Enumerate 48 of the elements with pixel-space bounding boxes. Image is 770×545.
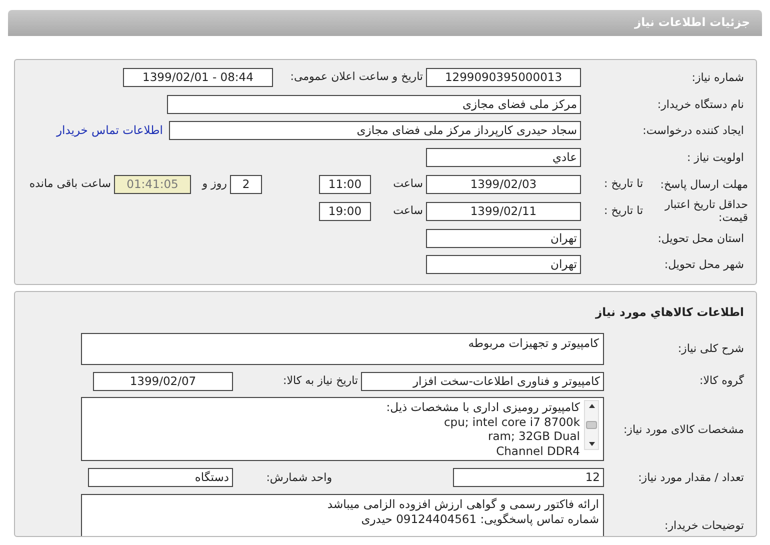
field-label: تا تاریخ : <box>603 203 644 220</box>
field-label: شرح کلی نیاز: <box>676 342 745 356</box>
value-field: کامپیوتر و فناوری اطلاعات-سخت افزار <box>361 372 604 391</box>
value-field: عادي <box>426 148 581 168</box>
field-label: حداقل تاریخ اعتبار قیمت: <box>664 198 749 225</box>
value-field: سجاد حیدری کارپرداز مرکز ملی فضای مجازی <box>169 121 581 140</box>
field-label: تا تاریخ : <box>603 176 644 192</box>
field-label: ساعت باقی مانده <box>29 176 112 192</box>
field-label: شماره نیاز: <box>690 70 745 84</box>
scroll-thumb[interactable] <box>586 421 597 430</box>
value-field: دستگاه <box>88 468 233 488</box>
value-field: 1399/02/07 <box>93 372 233 391</box>
field-label: واحد شمارش: <box>265 470 333 486</box>
field-label: استان محل تحویل: <box>656 232 745 245</box>
countdown-field: 01:41:05 <box>114 175 191 194</box>
value-field: تهران <box>426 255 581 274</box>
value-field: مرکز ملی فضای مجازی <box>167 94 581 114</box>
field-label: مهلت ارسال پاسخ: <box>659 178 749 192</box>
value-field: 1399/02/11 <box>426 202 581 221</box>
area-text: کامپیوتر و تجهیزات مربوطه <box>468 336 599 352</box>
value-field: 12 <box>453 468 604 488</box>
page-title: جزئیات اطلاعات نیاز <box>8 10 762 36</box>
scroll-down-icon[interactable] <box>588 442 594 446</box>
field-label: ایجاد کننده درخواست: <box>642 124 745 138</box>
value-field: 2 <box>230 175 262 194</box>
value-field: 1299090395000013 <box>426 68 581 87</box>
area-text: ارائه فاکتور رسمی و گواهی ارزش افزوده الزامی میباشد شماره تماس پاسخگویی: 09124404561 حیدری <box>327 497 599 528</box>
field-label: روز و <box>200 176 228 192</box>
value-field: 19:00 <box>319 202 371 221</box>
field-label: ساعت <box>392 176 424 192</box>
value-field: 1399/02/03 <box>426 175 581 194</box>
value-field: تهران <box>426 228 581 248</box>
field-label: نام دستگاه خریدار: <box>656 98 745 111</box>
field-label: شهر محل تحویل: <box>663 258 745 272</box>
field-label: مشخصات کالای مورد نیاز: <box>622 422 745 436</box>
field-label: تاریخ نیاز به کالا: <box>282 372 359 389</box>
section-title: اطلاعات كالاهاي مورد نياز <box>594 304 745 322</box>
scroll-up-icon[interactable] <box>588 404 594 408</box>
field-label: توضیحات خریدار: <box>664 518 745 532</box>
field-label: اولویت نیاز : <box>686 151 745 164</box>
scrollbar[interactable] <box>584 400 599 450</box>
value-field: 11:00 <box>319 175 371 194</box>
value-field: 1399/02/01 - 08:44 <box>123 68 273 87</box>
field-label: ساعت <box>392 203 424 220</box>
contact-link[interactable]: اطلاعات تماس خریدار <box>56 122 163 140</box>
field-label: تعداد / مقدار مورد نیاز: <box>637 471 745 484</box>
field-label: تاریخ و ساعت اعلان عمومی: <box>289 69 424 86</box>
field-label: گروه کالا: <box>698 374 745 388</box>
